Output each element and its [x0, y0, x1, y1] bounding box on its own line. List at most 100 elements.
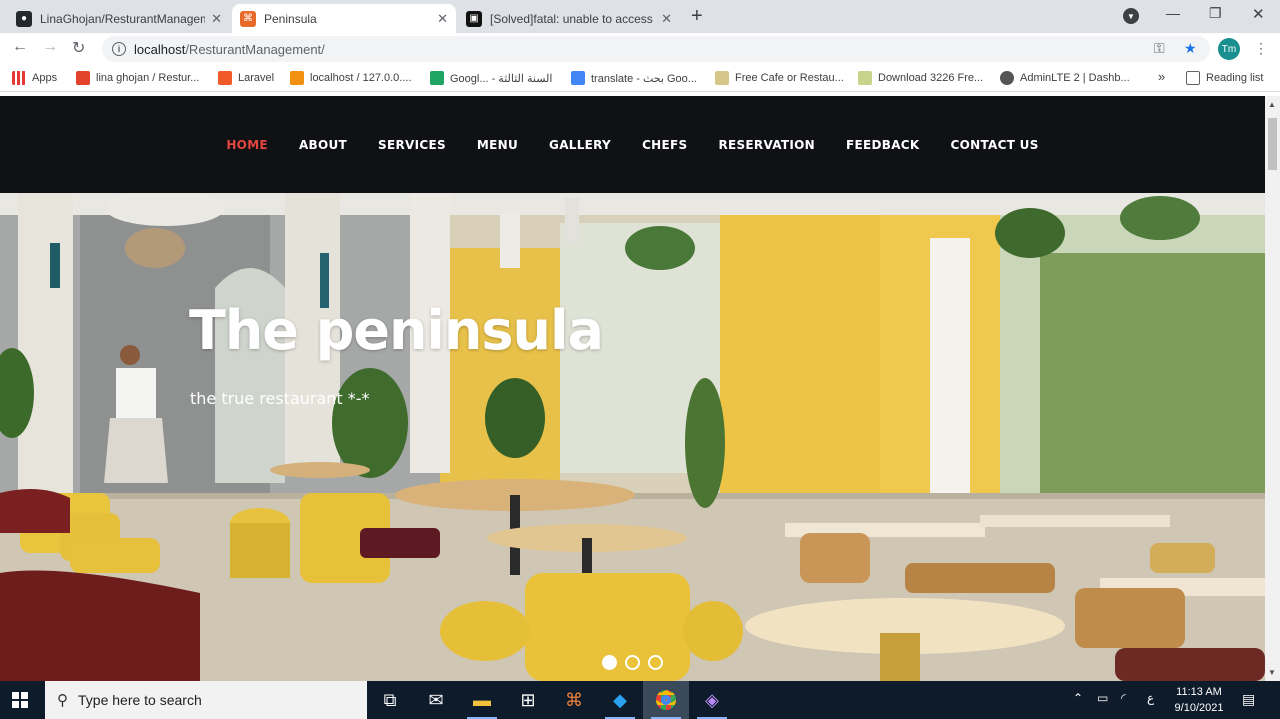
tray-overflow-icon[interactable]: ⌃ [1073, 691, 1083, 705]
menu-kebab-icon[interactable]: ⋮ [1254, 40, 1268, 57]
bookmark-label: AdminLTE 2 | Dashb... [1020, 72, 1130, 84]
new-tab-button[interactable]: + [691, 5, 703, 28]
hero-title: The peninsula [189, 299, 604, 362]
more-bookmarks-button[interactable]: » [1158, 69, 1165, 84]
github-icon: ● [16, 10, 32, 27]
windows-taskbar: ⚲ Type here to search ⧉ ✉ ▬ ⊞ ⌘ ◆ ◈ ⌃ ▭ … [0, 681, 1280, 719]
apps-grid-icon [12, 71, 26, 85]
clock-date: 9/10/2021 [1174, 702, 1224, 714]
carousel-indicators [602, 655, 663, 670]
close-tab-icon[interactable]: ✕ [661, 11, 672, 27]
nav-home[interactable]: HOME [226, 138, 268, 152]
nav-services[interactable]: SERVICES [378, 138, 446, 152]
address-path: /ResturantManagement/ [185, 41, 325, 57]
browser-tab-strip: ● LinaGhojan/ResturantManageme ✕ ⌘ Penin… [0, 0, 1280, 33]
google-icon [571, 71, 585, 85]
forward-icon[interactable]: → [42, 38, 58, 56]
close-tab-icon[interactable]: ✕ [437, 11, 448, 27]
gitlab-icon [76, 71, 90, 85]
hero-restaurant-image [0, 193, 1265, 681]
image-icon [715, 71, 729, 85]
tab-title: Peninsula [264, 11, 317, 26]
nav-feedback[interactable]: FEEDBACK [846, 138, 920, 152]
page-scrollbar[interactable]: ▲ ▼ [1265, 96, 1280, 681]
site-navbar: HOME ABOUT SERVICES MENU GALLERY CHEFS R… [0, 96, 1265, 193]
bookmark-laravel[interactable]: Laravel [218, 71, 274, 85]
key-icon[interactable]: ⚿ [1154, 40, 1165, 57]
carousel-dot-1[interactable] [602, 655, 617, 670]
wifi-icon[interactable]: ◜ [1121, 691, 1126, 705]
tab-title: [Solved]fatal: unable to access : C [490, 11, 656, 26]
vscode-icon[interactable]: ◆ [597, 681, 643, 719]
xampp-icon[interactable]: ⌘ [551, 681, 597, 719]
hero-carousel: The peninsula the true restaurant *-* [0, 193, 1265, 681]
windows-start-icon[interactable] [12, 692, 28, 708]
reading-list-icon [1186, 71, 1200, 85]
nav-about[interactable]: ABOUT [299, 138, 347, 152]
google-drive-icon [430, 71, 444, 85]
bookmark-label: localhost / 127.0.0.... [310, 72, 412, 84]
taskbar-clock[interactable]: 11:13 AM 9/10/2021 [1164, 684, 1234, 716]
nav-chefs[interactable]: CHEFS [642, 138, 687, 152]
mail-icon[interactable]: ✉ [413, 681, 459, 719]
reading-list-button[interactable]: Reading list [1186, 71, 1263, 85]
bookmark-free-cafe[interactable]: Free Cafe or Restau... [715, 71, 844, 85]
bookmark-label: Googl... - السنة الثالثة [450, 72, 553, 85]
tab-solved[interactable]: ▣ [Solved]fatal: unable to access : C ✕ [458, 4, 680, 33]
search-placeholder: Type here to search [78, 692, 202, 708]
taskbar-search-box[interactable]: ⚲ Type here to search [45, 681, 367, 719]
back-icon[interactable]: ← [12, 38, 28, 56]
file-explorer-icon[interactable]: ▬ [459, 681, 505, 719]
nav-reservation[interactable]: RESERVATION [718, 138, 815, 152]
reload-icon[interactable]: ↻ [72, 38, 85, 58]
profile-avatar[interactable]: Tm [1218, 38, 1240, 60]
gitkraken-icon[interactable]: ◈ [689, 681, 735, 719]
site-favicon-icon: ⌘ [240, 10, 256, 27]
bookmark-translate[interactable]: translate - بحث Goo... [571, 71, 697, 85]
tab-search-icon[interactable]: ▼ [1123, 8, 1139, 24]
nav-gallery[interactable]: GALLERY [549, 138, 611, 152]
bookmark-apps[interactable]: Apps [12, 71, 57, 85]
bookmark-label: Free Cafe or Restau... [735, 72, 844, 84]
address-bar[interactable]: i localhost/ResturantManagement/ [102, 36, 1210, 62]
store-icon[interactable]: ⊞ [505, 681, 551, 719]
dev-favicon-icon: ▣ [466, 10, 482, 27]
laravel-icon [218, 71, 232, 85]
bookmark-adminlte[interactable]: AdminLTE 2 | Dashb... [1000, 71, 1130, 85]
maximize-icon[interactable]: ❐ [1209, 5, 1222, 22]
globe-icon [1000, 71, 1014, 85]
close-window-icon[interactable]: ✕ [1252, 5, 1265, 23]
minimize-icon[interactable]: — [1166, 5, 1180, 21]
chrome-icon[interactable] [643, 681, 689, 719]
nav-contact-us[interactable]: CONTACT US [951, 138, 1039, 152]
scroll-up-icon[interactable]: ▲ [1268, 100, 1276, 109]
bookmark-download[interactable]: Download 3226 Fre... [858, 71, 983, 85]
bookmark-label: Laravel [238, 72, 275, 84]
site-info-icon[interactable]: i [112, 42, 126, 56]
carousel-dot-3[interactable] [648, 655, 663, 670]
tab-title: LinaGhojan/ResturantManageme [40, 11, 206, 26]
bookmark-star-icon[interactable]: ★ [1184, 40, 1197, 57]
scrollbar-thumb[interactable] [1268, 118, 1277, 170]
tab-github[interactable]: ● LinaGhojan/ResturantManageme ✕ [8, 4, 230, 33]
close-tab-icon[interactable]: ✕ [211, 11, 222, 27]
scroll-down-icon[interactable]: ▼ [1268, 668, 1276, 677]
keyboard-language[interactable]: ع [1147, 691, 1154, 705]
bookmark-label: Apps [32, 72, 58, 84]
bookmark-google-drive[interactable]: Googl... - السنة الثالثة [430, 71, 552, 85]
image-icon [858, 71, 872, 85]
web-page: HOME ABOUT SERVICES MENU GALLERY CHEFS R… [0, 96, 1265, 681]
hero-subtitle: the true restaurant *-* [190, 389, 370, 408]
nav-menu[interactable]: MENU [477, 138, 518, 152]
tab-peninsula[interactable]: ⌘ Peninsula ✕ [232, 4, 456, 33]
bookmark-label: translate - بحث Goo... [591, 72, 697, 85]
bookmark-phpmyadmin[interactable]: localhost / 127.0.0.... [290, 71, 412, 85]
notifications-icon[interactable]: ▤ [1242, 691, 1255, 708]
search-icon: ⚲ [57, 692, 68, 709]
battery-icon[interactable]: ▭ [1097, 691, 1108, 705]
bookmark-gitlab[interactable]: lina ghojan / Restur... [76, 71, 199, 85]
carousel-dot-2[interactable] [625, 655, 640, 670]
reading-list-label: Reading list [1206, 72, 1264, 84]
bookmark-label: Download 3226 Fre... [878, 72, 984, 84]
task-view-icon[interactable]: ⧉ [367, 681, 413, 719]
